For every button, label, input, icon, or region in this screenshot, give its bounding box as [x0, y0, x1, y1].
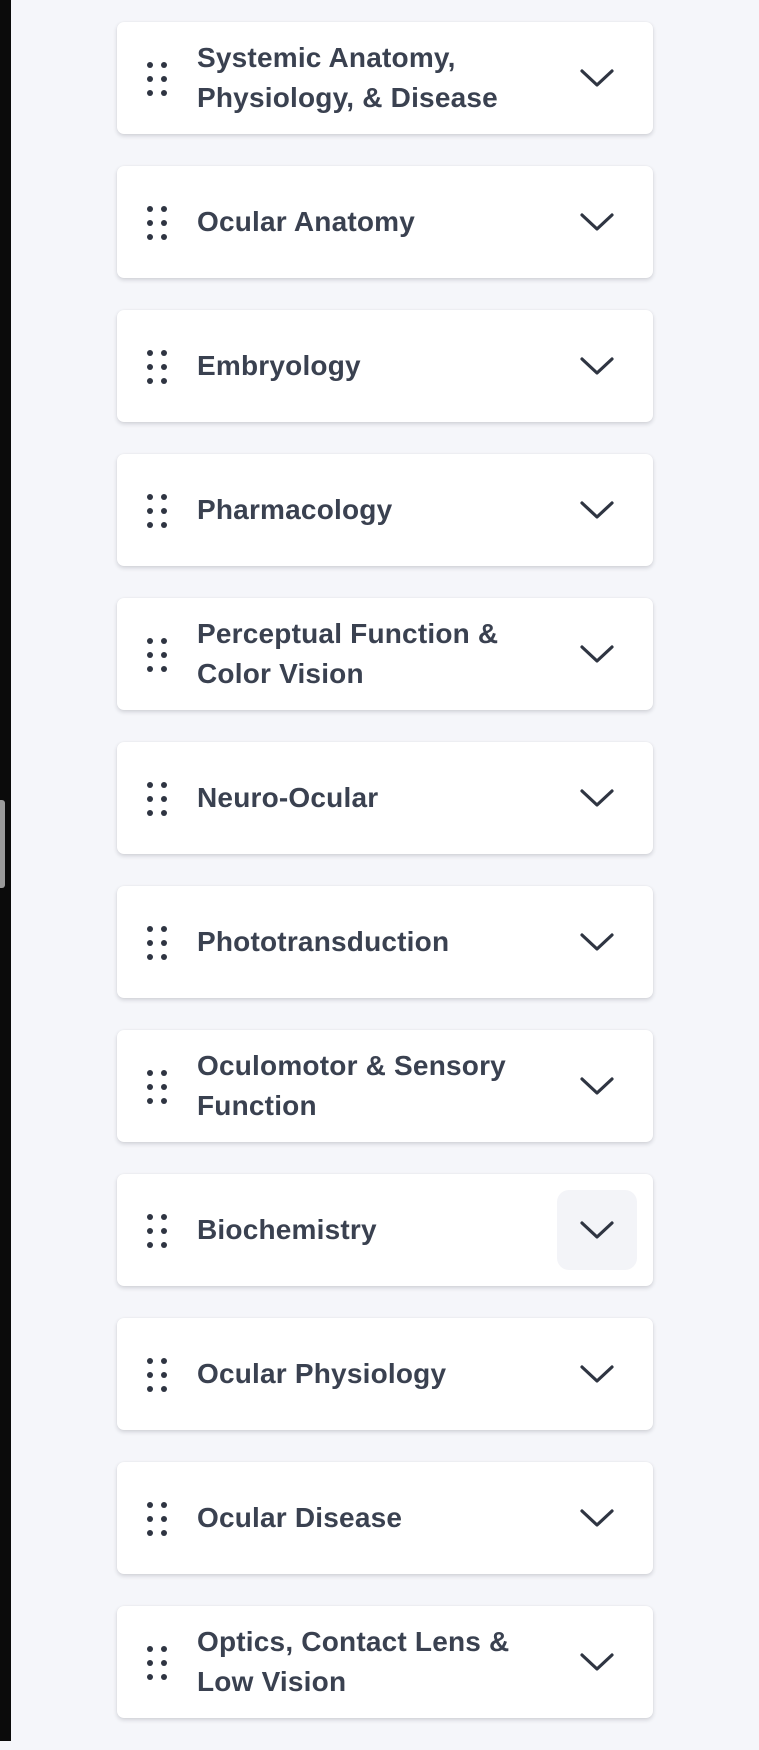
topic-accordion-list: Systemic Anatomy, Physiology, & Disease … [117, 22, 653, 1750]
expand-button[interactable] [557, 902, 637, 982]
chevron-down-icon [580, 213, 614, 231]
accordion-item-title: Perceptual Function & Color Vision [197, 618, 499, 689]
accordion-item-neuro-ocular[interactable]: Neuro-Ocular [117, 742, 653, 854]
accordion-item-perceptual-function[interactable]: Perceptual Function & Color Vision [117, 598, 653, 710]
expand-button[interactable] [557, 1190, 637, 1270]
chevron-down-icon [580, 1221, 614, 1239]
side-panel-handle[interactable] [0, 800, 5, 888]
accordion-item-phototransduction[interactable]: Phototransduction [117, 886, 653, 998]
drag-handle-icon[interactable] [145, 1644, 169, 1682]
chevron-down-icon [580, 1365, 614, 1383]
accordion-item-title: Ocular Anatomy [197, 206, 416, 237]
drag-handle-icon[interactable] [145, 924, 169, 962]
drag-handle-icon[interactable] [145, 1068, 169, 1106]
accordion-item-title: Neuro-Ocular [197, 782, 379, 813]
expand-button[interactable] [557, 758, 637, 838]
accordion-item-ocular-disease[interactable]: Ocular Disease [117, 1462, 653, 1574]
chevron-down-icon [580, 501, 614, 519]
drag-handle-icon[interactable] [145, 60, 169, 98]
chevron-down-icon [580, 789, 614, 807]
accordion-item-title: Embryology [197, 350, 361, 381]
accordion-item-title: Biochemistry [197, 1214, 377, 1245]
drag-handle-icon[interactable] [145, 492, 169, 530]
drag-handle-icon[interactable] [145, 1500, 169, 1538]
expand-button[interactable] [557, 326, 637, 406]
expand-button[interactable] [557, 1622, 637, 1702]
accordion-item-systemic-anatomy[interactable]: Systemic Anatomy, Physiology, & Disease [117, 22, 653, 134]
accordion-item-oculomotor[interactable]: Oculomotor & Sensory Function [117, 1030, 653, 1142]
expand-button[interactable] [557, 182, 637, 262]
drag-handle-icon[interactable] [145, 780, 169, 818]
expand-button[interactable] [557, 1478, 637, 1558]
expand-button[interactable] [557, 1046, 637, 1126]
accordion-item-title: Systemic Anatomy, Physiology, & Disease [197, 42, 498, 113]
accordion-item-ocular-physiology[interactable]: Ocular Physiology [117, 1318, 653, 1430]
chevron-down-icon [580, 645, 614, 663]
accordion-item-ocular-anatomy[interactable]: Ocular Anatomy [117, 166, 653, 278]
expand-button[interactable] [557, 470, 637, 550]
chevron-down-icon [580, 1653, 614, 1671]
accordion-item-title: Optics, Contact Lens & Low Vision [197, 1626, 510, 1697]
accordion-item-title: Ocular Physiology [197, 1358, 447, 1389]
drag-handle-icon[interactable] [145, 1212, 169, 1250]
accordion-item-title: Ocular Disease [197, 1502, 403, 1533]
chevron-down-icon [580, 1077, 614, 1095]
drag-handle-icon[interactable] [145, 348, 169, 386]
expand-button[interactable] [557, 1334, 637, 1414]
accordion-item-embryology[interactable]: Embryology [117, 310, 653, 422]
expand-button[interactable] [557, 38, 637, 118]
expand-button[interactable] [557, 614, 637, 694]
chevron-down-icon [580, 933, 614, 951]
accordion-item-title: Phototransduction [197, 926, 450, 957]
accordion-item-optics-contact-lens[interactable]: Optics, Contact Lens & Low Vision [117, 1606, 653, 1718]
accordion-item-title: Pharmacology [197, 494, 393, 525]
drag-handle-icon[interactable] [145, 204, 169, 242]
chevron-down-icon [580, 1509, 614, 1527]
chevron-down-icon [580, 357, 614, 375]
accordion-item-pharmacology[interactable]: Pharmacology [117, 454, 653, 566]
chevron-down-icon [580, 69, 614, 87]
accordion-item-title: Oculomotor & Sensory Function [197, 1050, 506, 1121]
accordion-item-biochemistry[interactable]: Biochemistry [117, 1174, 653, 1286]
drag-handle-icon[interactable] [145, 1356, 169, 1394]
drag-handle-icon[interactable] [145, 636, 169, 674]
